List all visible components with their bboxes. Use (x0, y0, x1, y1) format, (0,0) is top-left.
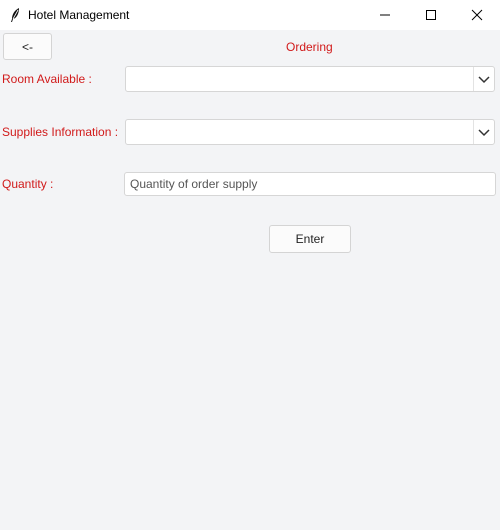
chevron-down-icon[interactable] (478, 72, 490, 86)
maximize-icon (426, 10, 436, 20)
ordering-panel: <- Ordering Room Available : Supplies In… (0, 30, 500, 530)
close-icon (471, 9, 483, 21)
combo-separator (473, 67, 474, 91)
close-button[interactable] (454, 0, 500, 30)
chevron-down-icon[interactable] (478, 125, 490, 139)
combo-separator (473, 120, 474, 144)
maximize-button[interactable] (408, 0, 454, 30)
enter-button[interactable]: Enter (269, 225, 351, 253)
window-title: Hotel Management (28, 8, 130, 22)
page-title: Ordering (286, 40, 333, 54)
window-titlebar[interactable]: Hotel Management (0, 0, 500, 30)
back-button[interactable]: <- (3, 33, 52, 60)
feather-icon (11, 8, 19, 22)
minimize-icon (380, 14, 390, 16)
supplies-information-combobox[interactable] (125, 119, 495, 145)
room-available-combobox[interactable] (125, 66, 495, 92)
minimize-button[interactable] (362, 0, 408, 30)
supplies-information-label: Supplies Information : (2, 125, 119, 139)
quantity-label: Quantity : (2, 177, 54, 191)
quantity-input[interactable] (124, 172, 496, 196)
room-available-label: Room Available : (2, 72, 92, 86)
